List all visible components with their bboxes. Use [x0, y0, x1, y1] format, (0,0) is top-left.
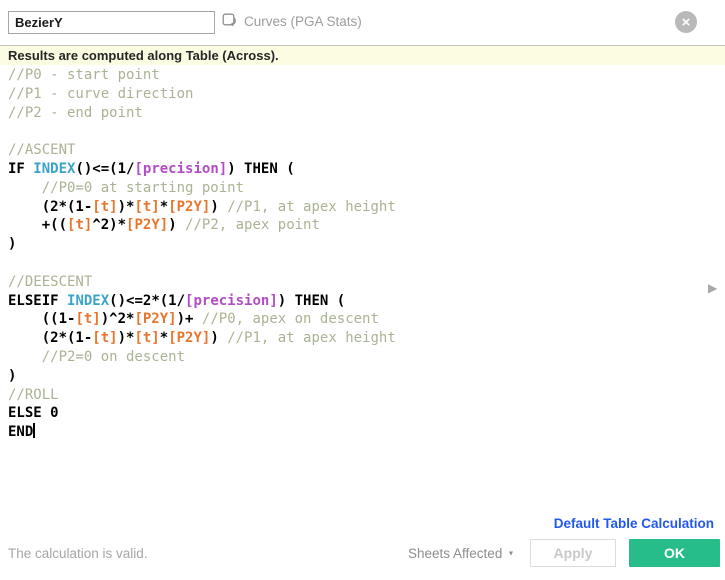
code-line: //P2 - end point	[8, 104, 143, 121]
code-line: ((1-[t])^2*[P2Y])+ //P0, apex on descent	[8, 311, 379, 328]
code-line: )	[8, 236, 17, 253]
formula-editor[interactable]: //P0 - start point //P1 - curve direction…	[0, 66, 705, 506]
code-line: +(([t]^2)*[P2Y]) //P2, apex point	[8, 217, 320, 234]
code-line: //P1 - curve direction	[8, 85, 194, 102]
code-line: END	[8, 423, 35, 441]
context-info: Curves (PGA Stats)	[222, 13, 362, 29]
context-label: Curves (PGA Stats)	[244, 13, 362, 29]
sheets-affected-label: Sheets Affected	[408, 546, 503, 561]
apply-button[interactable]: Apply	[530, 539, 616, 567]
code-line: //P0 - start point	[8, 67, 160, 83]
datasource-icon	[222, 13, 238, 29]
calculation-editor-dialog: Curves (PGA Stats) × Results are compute…	[0, 0, 725, 580]
code-line: //ASCENT	[8, 142, 76, 159]
ok-button[interactable]: OK	[629, 539, 720, 567]
code-line: //DEESCENT	[8, 273, 93, 290]
code-line: //P2=0 on descent	[8, 348, 186, 365]
text-caret	[33, 423, 35, 439]
code-line: )	[8, 367, 17, 384]
code-line: //P0=0 at starting point	[8, 179, 245, 196]
code-line: ELSE 0	[8, 405, 59, 422]
expand-pane-icon[interactable]: ▶	[708, 281, 717, 295]
default-table-calculation-link[interactable]: Default Table Calculation	[554, 516, 714, 531]
calculation-name-input[interactable]	[8, 11, 215, 34]
chevron-down-icon: ▼	[507, 549, 515, 558]
validation-status: The calculation is valid.	[8, 546, 148, 561]
code-line: //ROLL	[8, 386, 59, 403]
code-line: IF INDEX()<=(1/[precision]) THEN (	[8, 160, 295, 177]
code-line: (2*(1-[t])*[t]*[P2Y]) //P1, at apex heig…	[8, 330, 396, 347]
code-line: (2*(1-[t])*[t]*[P2Y]) //P1, at apex heig…	[8, 198, 396, 215]
close-icon[interactable]: ×	[675, 11, 697, 33]
compute-along-banner: Results are computed along Table (Across…	[0, 46, 725, 65]
sheets-affected-dropdown[interactable]: Sheets Affected ▼	[408, 546, 516, 561]
code-line: ELSEIF INDEX()<=2*(1/[precision]) THEN (	[8, 292, 346, 309]
